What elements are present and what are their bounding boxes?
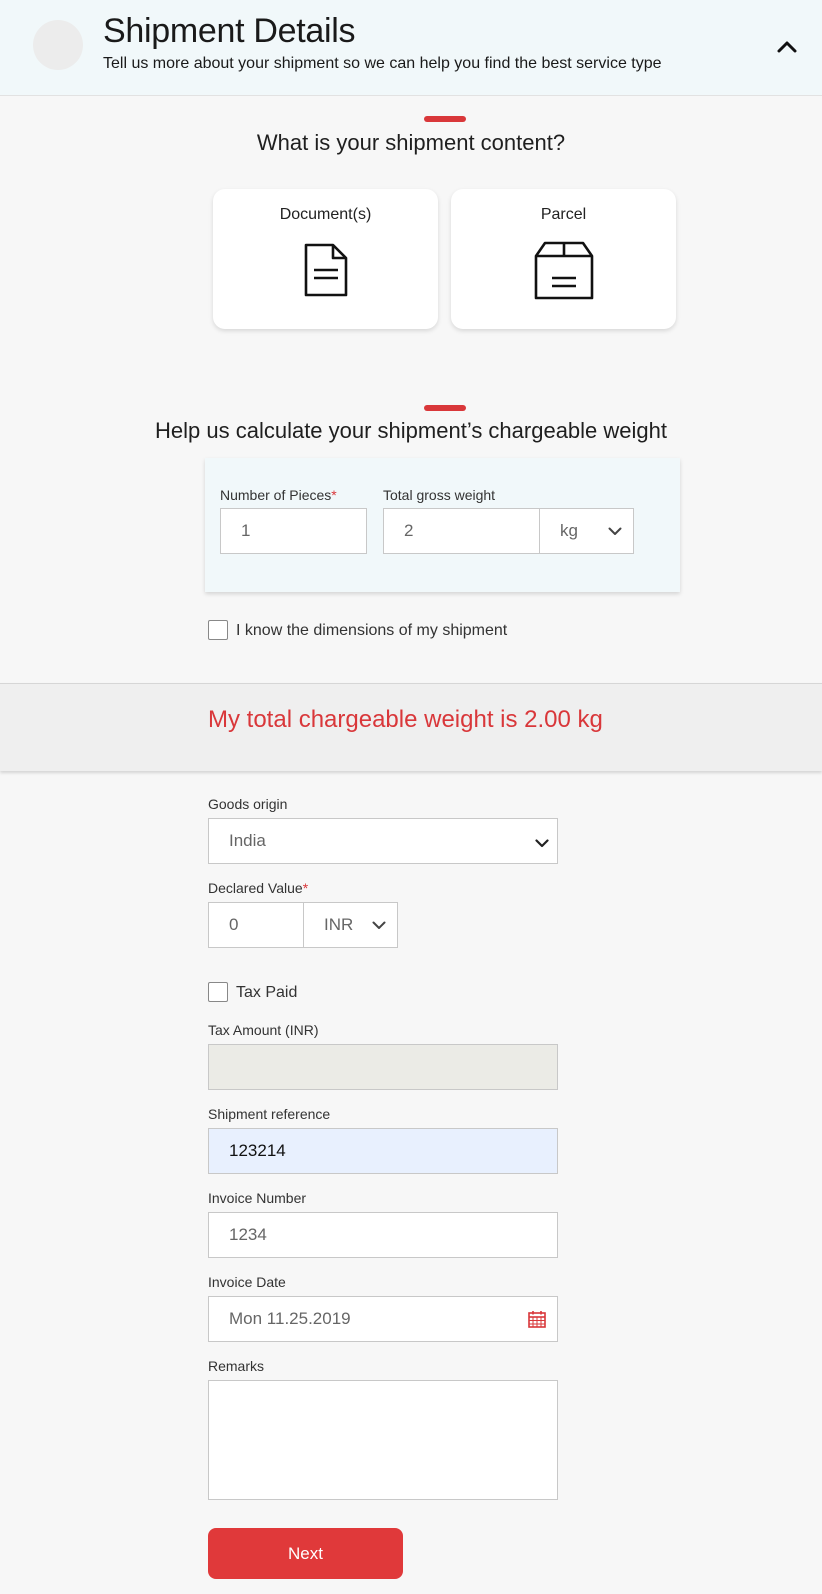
goods-origin-select[interactable]: India bbox=[208, 818, 558, 864]
document-option-card[interactable]: Document(s) bbox=[213, 189, 438, 329]
calendar-icon[interactable] bbox=[528, 1310, 546, 1328]
invoice-number-label: Invoice Number bbox=[208, 1190, 307, 1206]
gross-weight-input[interactable]: 2 bbox=[383, 508, 540, 554]
weight-unit-value: kg bbox=[560, 521, 578, 540]
declared-value-label: Declared Value* bbox=[208, 880, 309, 896]
next-button[interactable]: Next bbox=[208, 1528, 403, 1579]
tax-paid-checkbox[interactable] bbox=[208, 982, 228, 1002]
gross-weight-label: Total gross weight bbox=[383, 487, 496, 503]
chevron-up-icon[interactable] bbox=[776, 38, 798, 54]
page-title: Shipment Details bbox=[103, 12, 356, 50]
invoice-date-input[interactable]: Mon 11.25.2019 bbox=[208, 1296, 558, 1342]
declared-value-input[interactable]: 0 bbox=[208, 902, 304, 948]
weight-unit-select[interactable]: kg bbox=[539, 508, 634, 554]
invoice-number-input[interactable]: 1234 bbox=[208, 1212, 558, 1258]
invoice-date-label: Invoice Date bbox=[208, 1274, 286, 1290]
tax-amount-label: Tax Amount (INR) bbox=[208, 1022, 319, 1038]
shipment-details-header: Shipment Details Tell us more about your… bbox=[0, 0, 822, 96]
chargeable-weight-text: My total chargeable weight is 2.00 kg bbox=[208, 706, 603, 733]
document-option-label: Document(s) bbox=[279, 206, 372, 223]
weight-section-title: Help us calculate your shipment’s charge… bbox=[155, 418, 667, 443]
section-accent-bar bbox=[424, 405, 466, 411]
chevron-down-icon bbox=[372, 921, 386, 929]
step-indicator-circle bbox=[33, 20, 83, 70]
shipment-reference-input[interactable]: 123214 bbox=[208, 1128, 558, 1174]
content-section-title: What is your shipment content? bbox=[256, 130, 566, 155]
document-icon bbox=[304, 243, 348, 297]
chargeable-weight-banner: My total chargeable weight is 2.00 kg bbox=[0, 683, 822, 771]
pieces-input[interactable]: 1 bbox=[220, 508, 367, 554]
chevron-down-icon bbox=[608, 527, 622, 535]
tax-amount-input bbox=[208, 1044, 558, 1090]
remarks-textarea[interactable] bbox=[208, 1380, 558, 1500]
dimensions-checkbox-label: I know the dimensions of my shipment bbox=[236, 622, 508, 639]
invoice-date-value: Mon 11.25.2019 bbox=[229, 1309, 351, 1328]
tax-paid-label: Tax Paid bbox=[236, 984, 298, 1001]
section-accent-bar bbox=[424, 116, 466, 122]
shipment-reference-label: Shipment reference bbox=[208, 1106, 331, 1122]
weight-panel: Number of Pieces* 1 Total gross weight 2… bbox=[205, 458, 680, 592]
parcel-box-icon bbox=[534, 241, 594, 300]
parcel-option-card[interactable]: Parcel bbox=[451, 189, 676, 329]
currency-select[interactable]: INR bbox=[303, 902, 398, 948]
chevron-down-icon bbox=[535, 839, 549, 848]
page-subtitle: Tell us more about your shipment so we c… bbox=[103, 55, 662, 72]
remarks-label: Remarks bbox=[208, 1358, 265, 1374]
pieces-label: Number of Pieces* bbox=[220, 487, 337, 503]
parcel-option-label: Parcel bbox=[540, 206, 587, 223]
dimensions-checkbox[interactable] bbox=[208, 620, 228, 640]
goods-origin-value: India bbox=[229, 831, 266, 850]
currency-value: INR bbox=[324, 915, 354, 934]
goods-origin-label: Goods origin bbox=[208, 796, 288, 812]
